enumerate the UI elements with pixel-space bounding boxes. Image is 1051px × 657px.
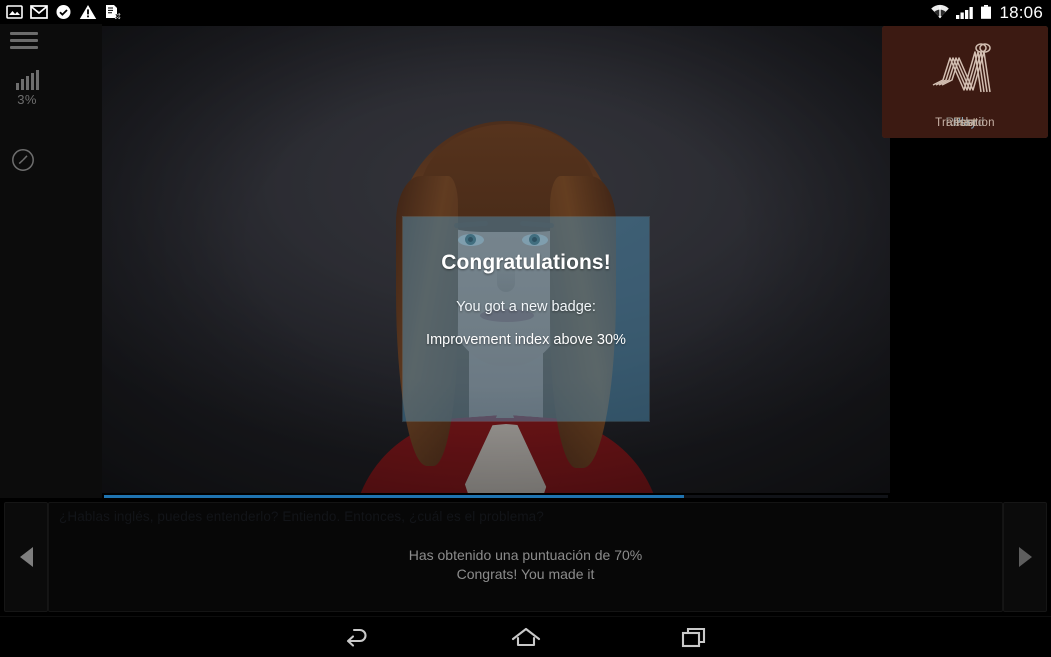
hamburger-menu-icon[interactable]	[10, 28, 38, 52]
translation-button[interactable]: Translation	[882, 26, 1048, 138]
screenshot-icon	[6, 5, 23, 19]
action-column: Play Record Test Translation	[882, 26, 1050, 496]
cellular-signal-icon	[956, 7, 974, 19]
status-clock: 18:06	[999, 2, 1043, 22]
bar-chart-icon	[7, 70, 47, 90]
wifi-icon	[931, 4, 950, 19]
warning-icon	[79, 5, 97, 19]
transcript-congrats-line: Congrats! You made it	[456, 566, 595, 582]
transcript-panel: ¿Hablas inglés, puedes entenderlo? Entie…	[0, 498, 1051, 616]
transcript-faint-line: ¿Hablas inglés, puedes entenderlo? Entie…	[59, 509, 544, 524]
recent-apps-icon	[681, 627, 705, 648]
home-icon	[511, 627, 540, 647]
transcript-result: Has obtenido una puntuación de 70% Congr…	[49, 546, 1002, 584]
android-back-button[interactable]	[278, 617, 438, 657]
dialog-title: Congratulations!	[441, 251, 611, 274]
status-bar-notifications	[0, 4, 122, 20]
app-screen: 18:06 3% Congratulations! You got a new …	[0, 0, 1051, 657]
file-error-icon	[106, 5, 121, 20]
rail-stats[interactable]: 3%	[7, 70, 47, 107]
next-button[interactable]	[1003, 502, 1047, 612]
translation-button-label: Translation	[935, 117, 995, 129]
android-recents-button[interactable]	[614, 617, 774, 657]
check-circle-icon	[56, 5, 71, 19]
transcript-box[interactable]: ¿Hablas inglés, puedes entenderlo? Entie…	[48, 502, 1003, 612]
chevron-right-icon	[1018, 547, 1032, 567]
congratulations-dialog[interactable]: Congratulations! You got a new badge: Im…	[403, 217, 649, 421]
battery-icon	[981, 5, 992, 19]
dialog-subtitle: You got a new badge:	[456, 299, 596, 315]
android-home-button[interactable]	[446, 617, 606, 657]
chevron-left-icon	[19, 547, 33, 567]
waveform-layers-icon	[882, 34, 1048, 110]
improvement-percent: 3%	[17, 92, 37, 107]
left-rail: 3%	[0, 24, 102, 498]
gmail-icon	[30, 5, 48, 19]
previous-button[interactable]	[4, 502, 48, 612]
dialog-badge-text: Improvement index above 30%	[426, 332, 626, 348]
speedometer-icon[interactable]	[11, 148, 35, 172]
status-bar: 18:06	[0, 0, 1051, 24]
transcript-score-line: Has obtenido una puntuación de 70%	[408, 547, 643, 563]
back-icon	[346, 628, 366, 647]
android-navigation-bar	[0, 616, 1051, 657]
status-bar-system: 18:06	[930, 4, 1051, 21]
